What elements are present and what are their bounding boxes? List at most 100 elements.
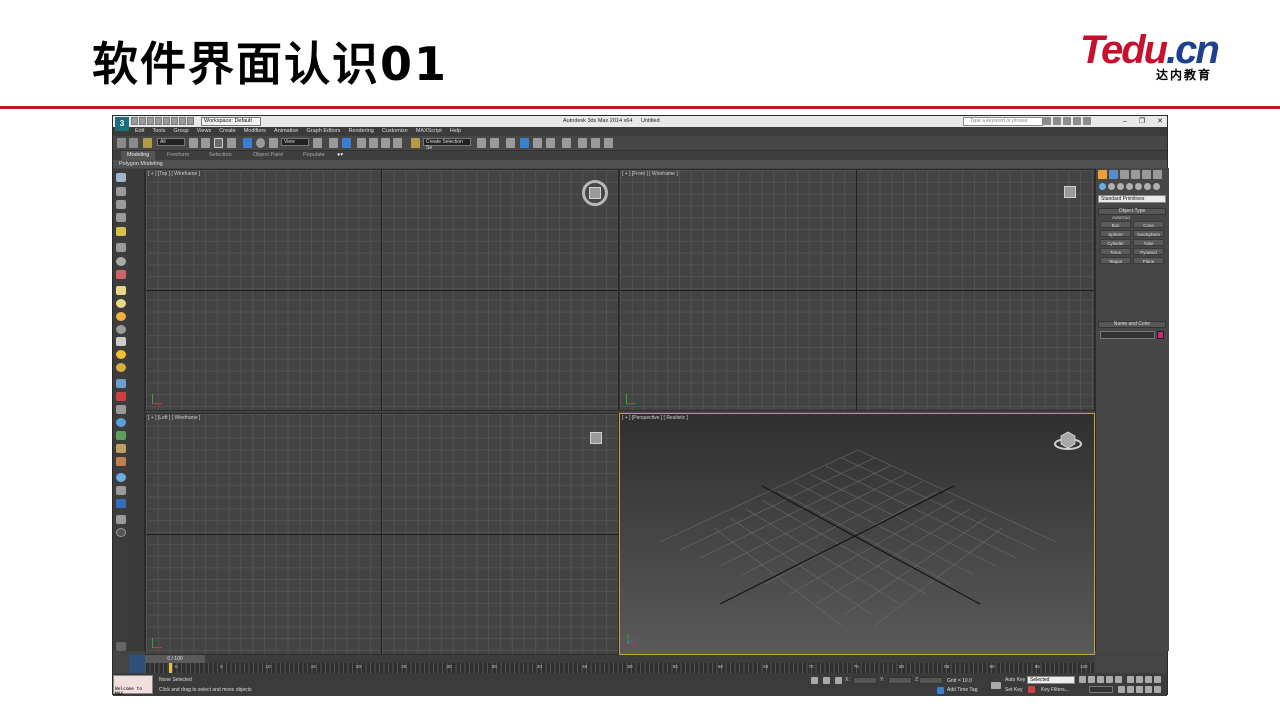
viewport-front-label[interactable]: [ + ] [Front ] [ Wireframe ] — [622, 171, 678, 177]
manipulate-icon[interactable] — [329, 138, 338, 148]
object-name-field[interactable] — [1100, 331, 1155, 339]
snaps-toggle-icon[interactable] — [357, 138, 366, 148]
cylinder-button[interactable]: Cylinder — [1100, 239, 1131, 246]
sun-tool-icon[interactable] — [116, 312, 126, 321]
application-menu-button[interactable]: 3 — [115, 117, 129, 131]
viewport-top-label[interactable]: [ + ] [Top ] [ Wireframe ] — [148, 171, 200, 177]
set-keys-icon[interactable] — [1028, 686, 1035, 693]
rendered-frame-window-icon[interactable] — [591, 138, 600, 148]
z-coordinate-field[interactable] — [919, 677, 943, 684]
zoom-icon[interactable] — [1127, 676, 1134, 683]
unlink-icon[interactable] — [129, 138, 138, 148]
new-file-icon[interactable] — [131, 117, 138, 125]
viewport-perspective[interactable]: [ + ] [Perspective ] [ Realistic ] — [619, 413, 1095, 655]
render-tool-icon[interactable] — [116, 486, 126, 495]
key-mode-icon[interactable] — [991, 682, 1001, 689]
go-to-end-icon[interactable] — [1115, 676, 1122, 683]
redo-icon[interactable] — [171, 117, 178, 125]
list-tool-icon[interactable] — [116, 200, 126, 209]
menu-graph-editors[interactable]: Graph Editors — [307, 127, 341, 136]
help-circle-icon[interactable] — [116, 528, 126, 537]
pan-view-icon[interactable] — [1136, 686, 1143, 693]
window-crossing-icon[interactable] — [227, 138, 236, 148]
schematic-view-icon[interactable] — [546, 138, 555, 148]
binoculars-icon[interactable] — [1043, 117, 1051, 125]
select-by-name-icon[interactable] — [201, 138, 210, 148]
dome-tool-icon[interactable] — [116, 299, 126, 308]
zoom-all-icon[interactable] — [1136, 676, 1143, 683]
box-button[interactable]: Box — [1100, 221, 1131, 228]
minimize-button[interactable]: – — [1123, 116, 1127, 127]
previous-frame-icon[interactable] — [1088, 676, 1095, 683]
viewcube-icon[interactable] — [1064, 186, 1076, 198]
magnet-tool-icon[interactable] — [116, 392, 126, 401]
close-button[interactable]: ✕ — [1157, 116, 1163, 127]
utilities-tab-icon[interactable] — [1153, 170, 1162, 179]
isolate-selection-icon[interactable] — [811, 677, 818, 684]
align-icon[interactable] — [490, 138, 499, 148]
go-to-start-icon[interactable] — [1079, 676, 1086, 683]
polygon-tool-icon[interactable] — [116, 173, 126, 182]
menu-edit[interactable]: Edit — [135, 127, 144, 136]
geosphere-button[interactable]: GeoSphere — [1133, 230, 1164, 237]
infocenter-search-input[interactable]: Type a keyword or phrase — [963, 117, 1043, 126]
auto-key-button[interactable]: Auto Key — [1005, 677, 1025, 683]
selection-filter-dropdown[interactable]: All — [157, 138, 185, 146]
ribbon-tab-modeling[interactable]: Modeling — [121, 151, 156, 160]
grid-tool-icon[interactable] — [116, 213, 126, 222]
communication-center-icon[interactable] — [1063, 117, 1071, 125]
autogrid-checkbox[interactable]: AutoGrid — [1112, 215, 1130, 220]
menu-views[interactable]: Views — [197, 127, 212, 136]
viewport-top[interactable]: [ + ] [Top ] [ Wireframe ] — [145, 169, 619, 411]
light-tool-icon[interactable] — [116, 227, 126, 236]
menu-modifiers[interactable]: Modifiers — [244, 127, 266, 136]
render-production-icon[interactable] — [604, 138, 613, 148]
orbit-icon[interactable] — [1145, 686, 1152, 693]
viewport-left[interactable]: [ + ] [Left ] [ Wireframe ] — [145, 413, 619, 655]
open-file-icon[interactable] — [139, 117, 146, 125]
menu-tools[interactable]: Tools — [152, 127, 165, 136]
shapes-category-icon[interactable] — [1108, 183, 1115, 190]
spacewarps-category-icon[interactable] — [1144, 183, 1151, 190]
zoom-extents-icon[interactable] — [1145, 676, 1152, 683]
cameras-category-icon[interactable] — [1126, 183, 1133, 190]
curve-editor-icon[interactable] — [533, 138, 542, 148]
ribbon-tab-object-paint[interactable]: Object Paint — [253, 151, 283, 160]
graphite-ribbon-icon[interactable] — [520, 138, 529, 148]
mirror-icon[interactable] — [477, 138, 486, 148]
viewport-front[interactable]: [ + ] [Front ] [ Wireframe ] — [619, 169, 1095, 411]
current-frame-marker[interactable] — [169, 663, 172, 673]
material-editor-icon[interactable] — [562, 138, 571, 148]
bind-space-warp-icon[interactable] — [143, 138, 152, 148]
name-color-rollout-header[interactable]: Name and Color — [1098, 321, 1166, 328]
menu-help[interactable]: Help — [450, 127, 461, 136]
skylight-icon[interactable] — [116, 363, 126, 372]
pyramid-button[interactable]: Pyramid — [1133, 248, 1164, 255]
help-icon[interactable] — [1083, 117, 1091, 125]
motion-tab-icon[interactable] — [1131, 170, 1140, 179]
menu-animation[interactable]: Animation — [274, 127, 298, 136]
sphere-blue-icon[interactable] — [116, 473, 126, 482]
named-selection-sets-dropdown[interactable]: Create Selection Se — [423, 138, 471, 151]
camera-tool-icon[interactable] — [116, 499, 126, 508]
object-color-swatch[interactable] — [1157, 331, 1164, 339]
lights-category-icon[interactable] — [1117, 183, 1124, 190]
viewport-left-label[interactable]: [ + ] [Left ] [ Wireframe ] — [148, 415, 200, 421]
add-time-tag[interactable]: Add Time Tag — [947, 687, 977, 693]
key-selection-dropdown[interactable]: Selected — [1027, 676, 1075, 684]
display-tab-icon[interactable] — [1142, 170, 1151, 179]
menu-customize[interactable]: Customize — [382, 127, 408, 136]
maxscript-listener[interactable]: Welcome to MAX — [113, 675, 153, 697]
cone-button[interactable]: Cone — [1133, 221, 1164, 228]
subscription-icon[interactable] — [1053, 117, 1061, 125]
sphere-tool-icon[interactable] — [116, 257, 126, 266]
ribbon-panel-polygon-modeling[interactable]: Polygon Modeling — [113, 160, 1167, 168]
time-tag-icon[interactable] — [937, 687, 944, 694]
maximize-toggle-icon[interactable] — [1154, 686, 1161, 693]
object-type-rollout-header[interactable]: Object Type — [1098, 208, 1166, 215]
project-folder-icon[interactable] — [187, 117, 194, 125]
render-setup-icon[interactable] — [578, 138, 587, 148]
omni-light-icon[interactable] — [116, 350, 126, 359]
tube-button[interactable]: Tube — [1133, 239, 1164, 246]
viewcube-icon[interactable] — [590, 432, 602, 444]
